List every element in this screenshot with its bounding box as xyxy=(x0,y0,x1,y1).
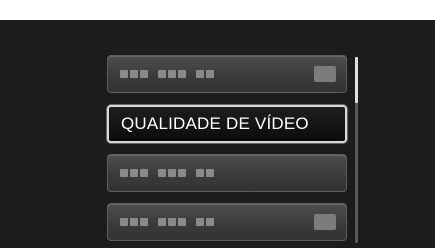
menu-item-label: QUALIDADE DE VÍDEO xyxy=(121,114,309,133)
menu-item-1[interactable] xyxy=(107,55,347,93)
setting-value-icon xyxy=(314,214,336,230)
placeholder-label xyxy=(120,218,214,226)
placeholder-label xyxy=(120,70,214,78)
setting-value-icon xyxy=(314,66,336,82)
menu-item-4[interactable] xyxy=(107,203,347,241)
menu-item-video-quality[interactable]: QUALIDADE DE VÍDEO xyxy=(107,105,347,143)
menu-item-3[interactable] xyxy=(107,154,347,192)
scrollbar-thumb[interactable] xyxy=(355,57,358,103)
placeholder-label xyxy=(120,169,214,177)
